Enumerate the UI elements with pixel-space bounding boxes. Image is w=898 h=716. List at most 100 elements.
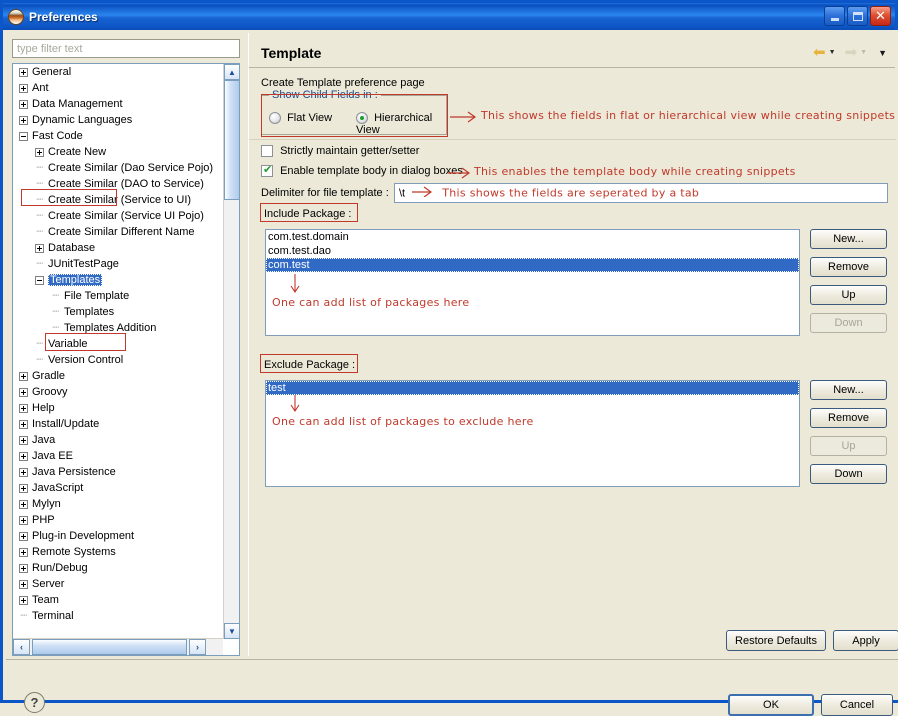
expand-icon[interactable] [19, 435, 28, 445]
tree-item-team[interactable]: Team [13, 592, 223, 608]
tree-item-templates[interactable]: ┈ Templates [13, 304, 223, 320]
expand-icon[interactable] [19, 451, 28, 461]
tree-item-general[interactable]: General [13, 64, 223, 80]
include-up-button[interactable]: Up [810, 285, 887, 305]
tree-item-data-management[interactable]: Data Management [13, 96, 223, 112]
list-item[interactable]: com.test [266, 258, 799, 272]
ok-button[interactable]: OK [728, 694, 814, 716]
page-menu-icon[interactable]: ▼ [878, 48, 887, 58]
tree-item-templates-addition[interactable]: ┈ Templates Addition [13, 320, 223, 336]
strict-getter-setter-row[interactable]: Strictly maintain getter/setter [261, 145, 419, 158]
preferences-tree[interactable]: General Ant Data Management Dynamic Languag… [13, 64, 223, 639]
list-item[interactable]: com.test.domain [266, 230, 799, 244]
expand-icon[interactable] [19, 115, 28, 125]
tree-item-ant[interactable]: Ant [13, 80, 223, 96]
hierarchical-view-radio-row[interactable]: Hierarchical View [356, 112, 446, 136]
hierarchical-view-radio[interactable] [356, 112, 368, 125]
tree-item-remote-systems[interactable]: Remote Systems [13, 544, 223, 560]
tree-item-server[interactable]: Server [13, 576, 223, 592]
exclude-package-list[interactable]: test One can add list of packages to exc… [265, 380, 800, 487]
tree-item-database[interactable]: Database [13, 240, 223, 256]
tree-item-terminal[interactable]: ┈ Terminal [13, 608, 223, 624]
expand-icon[interactable] [35, 147, 44, 157]
strict-getter-setter-checkbox[interactable] [261, 145, 273, 158]
tree-item-fast-code[interactable]: Fast Code [13, 128, 223, 144]
collapse-icon[interactable] [35, 275, 44, 285]
collapse-icon[interactable] [19, 131, 28, 141]
expand-icon[interactable] [19, 387, 28, 397]
tree-item-mylyn[interactable]: Mylyn [13, 496, 223, 512]
vertical-scroll-thumb[interactable] [224, 80, 239, 200]
expand-icon[interactable] [19, 99, 28, 109]
tree-item-java[interactable]: Java [13, 432, 223, 448]
cancel-button[interactable]: Cancel [821, 694, 893, 716]
expand-icon[interactable] [19, 467, 28, 477]
restore-defaults-button[interactable]: Restore Defaults [726, 630, 826, 651]
tree-item-create-similar-service-to-ui[interactable]: ┈ Create Similar (Service to UI) [13, 192, 223, 208]
tree-item-help[interactable]: Help [13, 400, 223, 416]
include-package-list[interactable]: com.test.domain com.test.dao com.test On… [265, 229, 800, 336]
expand-icon[interactable] [19, 83, 28, 93]
tree-item-groovy[interactable]: Groovy [13, 384, 223, 400]
expand-icon[interactable] [19, 579, 28, 589]
enable-template-body-checkbox[interactable] [261, 163, 273, 178]
expand-icon[interactable] [19, 403, 28, 413]
filter-input[interactable]: type filter text [12, 39, 240, 58]
include-new-button[interactable]: New... [810, 229, 887, 249]
enable-template-body-row[interactable]: Enable template body in dialog boxes [261, 163, 463, 178]
tree-item-file-template[interactable]: ┈ File Template [13, 288, 223, 304]
tree-item-junittestpage[interactable]: ┈ JUnitTestPage [13, 256, 223, 272]
tree-item-java-ee[interactable]: Java EE [13, 448, 223, 464]
maximize-button[interactable] [847, 6, 868, 26]
expand-icon[interactable] [19, 67, 28, 77]
tree-item-create-new[interactable]: Create New [13, 144, 223, 160]
expand-icon[interactable] [35, 243, 44, 253]
tree-item-create-similar-different-name[interactable]: ┈ Create Similar Different Name [13, 224, 223, 240]
exclude-down-button[interactable]: Down [810, 464, 887, 484]
exclude-new-button[interactable]: New... [810, 380, 887, 400]
delimiter-input[interactable]: \t This shows the fields are seperated b… [394, 183, 888, 203]
tree-item-php[interactable]: PHP [13, 512, 223, 528]
tree-item-version-control[interactable]: ┈ Version Control [13, 352, 223, 368]
tree-item-templates[interactable]: Templates [13, 272, 223, 288]
expand-icon[interactable] [19, 419, 28, 429]
scroll-left-icon[interactable]: ‹ [13, 639, 30, 655]
apply-button[interactable]: Apply [833, 630, 898, 651]
tree-horizontal-scrollbar[interactable]: ‹ › [13, 638, 223, 655]
expand-icon[interactable] [19, 515, 28, 525]
tree-item-install-update[interactable]: Install/Update [13, 416, 223, 432]
tree-item-create-similar-service-ui-pojo[interactable]: ┈ Create Similar (Service UI Pojo) [13, 208, 223, 224]
forward-arrow-icon[interactable]: ➡ [845, 45, 858, 60]
expand-icon[interactable] [19, 547, 28, 557]
scroll-down-icon[interactable]: ▼ [224, 623, 239, 639]
forward-dropdown-icon[interactable]: ▼ [860, 49, 867, 56]
back-arrow-icon[interactable]: ⬅ [813, 45, 826, 60]
tree-item-dynamic-languages[interactable]: Dynamic Languages [13, 112, 223, 128]
scroll-up-icon[interactable]: ▲ [224, 64, 239, 80]
expand-icon[interactable] [19, 483, 28, 493]
tree-item-gradle[interactable]: Gradle [13, 368, 223, 384]
exclude-remove-button[interactable]: Remove [810, 408, 887, 428]
tree-item-create-similar-dao-to-service[interactable]: ┈ Create Similar (DAO to Service) [13, 176, 223, 192]
horizontal-scroll-thumb[interactable] [32, 639, 187, 655]
tree-item-create-similar-dao-service-pojo[interactable]: ┈ Create Similar (Dao Service Pojo) [13, 160, 223, 176]
tree-item-java-persistence[interactable]: Java Persistence [13, 464, 223, 480]
expand-icon[interactable] [19, 595, 28, 605]
tree-item-variable[interactable]: ┈ Variable [13, 336, 223, 352]
close-button[interactable]: ✕ [870, 6, 891, 26]
expand-icon[interactable] [19, 371, 28, 381]
include-remove-button[interactable]: Remove [810, 257, 887, 277]
tree-item-plug-in-development[interactable]: Plug-in Development [13, 528, 223, 544]
list-item[interactable]: test [266, 381, 799, 395]
flat-view-radio-row[interactable]: Flat View [269, 112, 332, 125]
back-dropdown-icon[interactable]: ▼ [829, 49, 836, 56]
expand-icon[interactable] [19, 531, 28, 541]
list-item[interactable]: com.test.dao [266, 244, 799, 258]
minimize-button[interactable] [824, 6, 845, 26]
expand-icon[interactable] [19, 563, 28, 573]
tree-item-run-debug[interactable]: Run/Debug [13, 560, 223, 576]
expand-icon[interactable] [19, 499, 28, 509]
tree-vertical-scrollbar[interactable]: ▲ ▼ [223, 64, 239, 639]
scroll-right-icon[interactable]: › [189, 639, 206, 655]
flat-view-radio[interactable] [269, 112, 281, 125]
